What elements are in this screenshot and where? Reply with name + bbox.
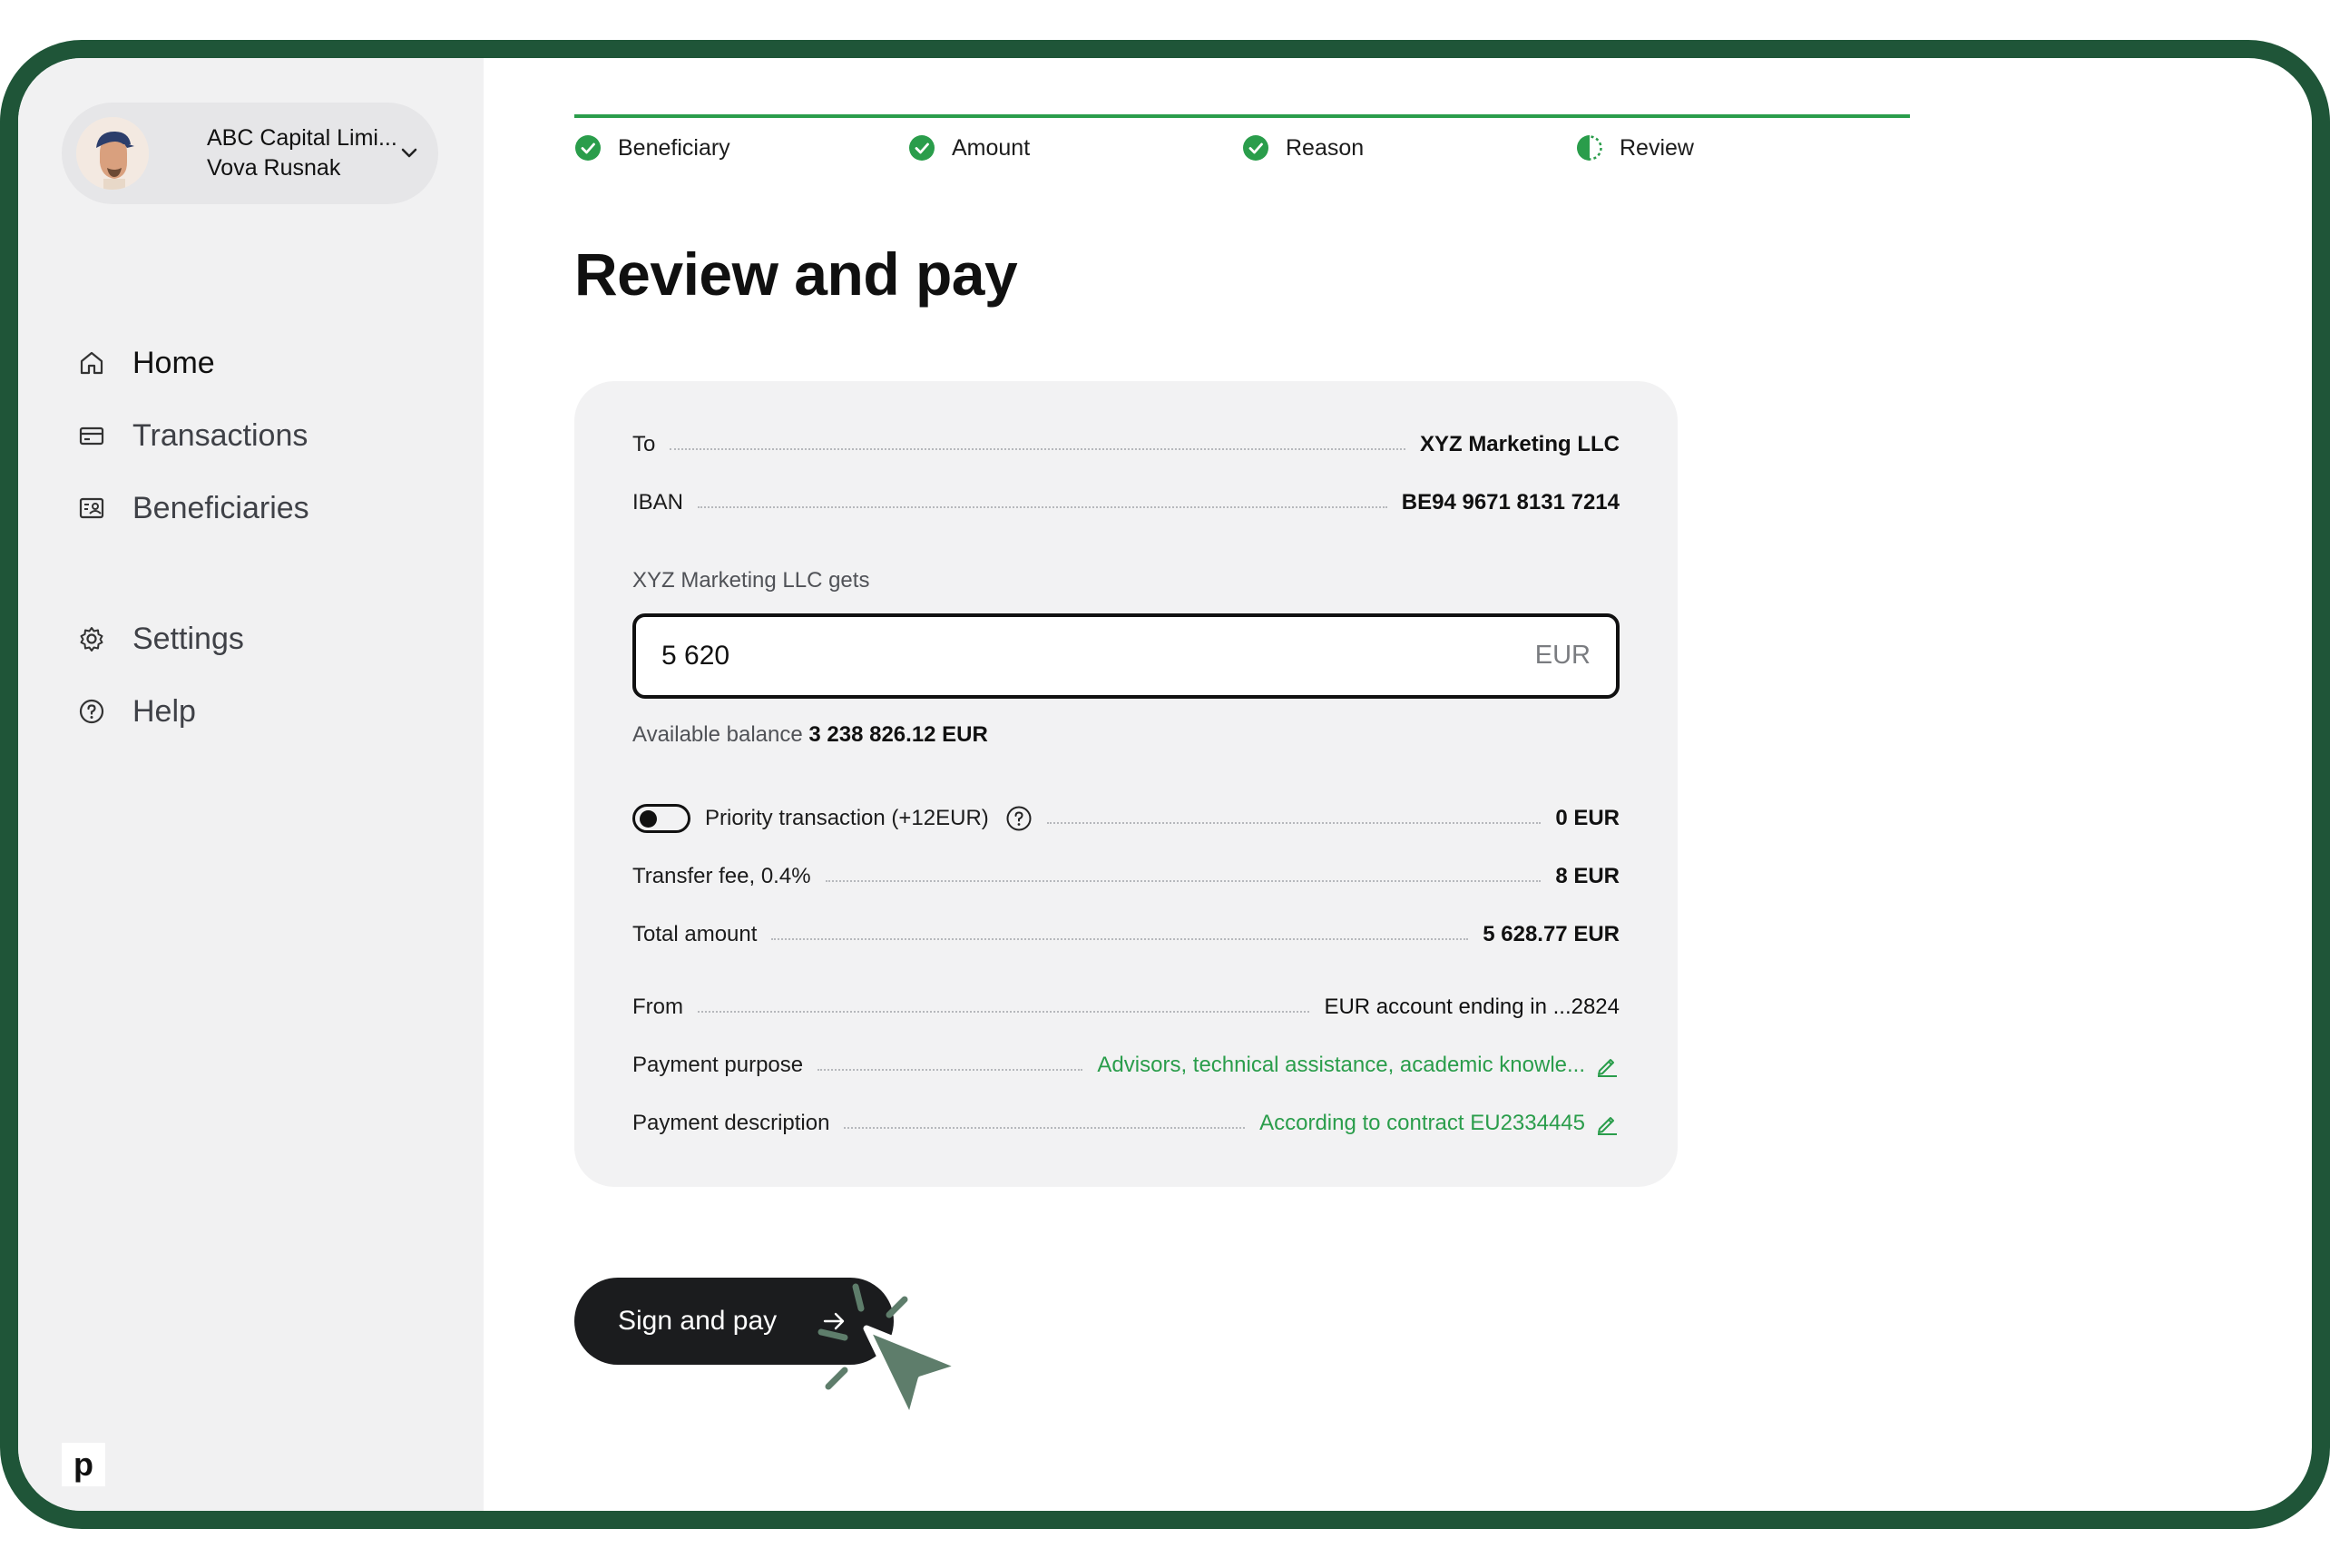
iban-value: BE94 9671 8131 7214 — [1401, 490, 1620, 514]
step-label: Amount — [952, 134, 1031, 161]
summary-row-priority: Priority transaction (+12EUR) 0 EUR — [632, 800, 1620, 837]
priority-label: Priority transaction (+12EUR) — [705, 806, 989, 830]
amount-currency: EUR — [1534, 641, 1591, 670]
dotted-leader — [817, 1069, 1083, 1071]
sidebar-item-settings[interactable]: Settings — [76, 613, 244, 664]
description-value: According to contract EU2334445 — [1259, 1111, 1585, 1135]
total-value: 5 628.77 EUR — [1483, 922, 1620, 946]
summary-row-total: Total amount 5 628.77 EUR — [632, 916, 1620, 953]
check-circle-icon — [1243, 135, 1268, 161]
account-switcher[interactable]: ABC Capital Limi... Vova Rusnak — [62, 103, 438, 204]
dotted-leader — [771, 938, 1469, 940]
sign-and-pay-label: Sign and pay — [618, 1306, 778, 1336]
purpose-label: Payment purpose — [632, 1053, 804, 1077]
balance-value: 3 238 826.12 EUR — [808, 722, 988, 747]
description-label: Payment description — [632, 1111, 830, 1135]
step-label: Beneficiary — [618, 134, 730, 161]
pencil-icon[interactable] — [1594, 1053, 1620, 1078]
sidebar-item-home[interactable]: Home — [76, 338, 215, 388]
stepper-progress-bar — [574, 114, 1910, 118]
to-value: XYZ Marketing LLC — [1419, 432, 1620, 456]
mouse-pointer-cursor-icon — [817, 1283, 964, 1423]
main-content: Beneficiary Amount Reason Review Review … — [484, 58, 2312, 1511]
sidebar-item-label: Transactions — [132, 417, 308, 453]
dotted-leader — [844, 1127, 1246, 1129]
dotted-leader — [1046, 822, 1542, 824]
summary-row-iban: IBAN BE94 9671 8131 7214 — [632, 485, 1620, 521]
avatar — [76, 117, 149, 190]
dotted-leader — [698, 1011, 1310, 1013]
help-circle-icon[interactable] — [1005, 805, 1033, 832]
sidebar-item-help[interactable]: Help — [76, 686, 196, 737]
from-value: EUR account ending in ...2824 — [1324, 995, 1620, 1019]
from-label: From — [632, 995, 683, 1019]
gear-icon — [76, 623, 107, 654]
account-user-name: Vova Rusnak — [207, 155, 341, 181]
step-reason[interactable]: Reason — [1242, 134, 1364, 162]
check-circle-icon — [909, 135, 935, 161]
sidebar-item-label: Settings — [132, 621, 244, 656]
summary-row-from: From EUR account ending in ...2824 — [632, 989, 1620, 1025]
balance-label: Available balance — [632, 722, 803, 747]
help-circle-icon — [76, 696, 107, 727]
step-amount[interactable]: Amount — [908, 134, 1030, 162]
sidebar-item-label: Beneficiaries — [132, 490, 309, 525]
purpose-value-link[interactable]: Advisors, technical assistance, academic… — [1097, 1053, 1620, 1078]
amount-input[interactable]: 5 620 EUR — [632, 613, 1620, 699]
sidebar-item-label: Help — [132, 693, 196, 729]
account-company-name: ABC Capital Limi... — [207, 125, 397, 151]
sidebar-item-beneficiaries[interactable]: Beneficiaries — [76, 483, 309, 534]
available-balance: Available balance 3 238 826.12 EUR — [632, 722, 988, 748]
priority-value: 0 EUR — [1555, 806, 1620, 830]
priority-toggle[interactable] — [632, 804, 690, 833]
fee-value: 8 EUR — [1555, 864, 1620, 888]
total-label: Total amount — [632, 922, 758, 946]
amount-field-label: XYZ Marketing LLC gets — [632, 568, 870, 593]
check-circle-icon — [575, 135, 601, 161]
toggle-knob — [640, 810, 657, 828]
summary-row-purpose: Payment purpose Advisors, technical assi… — [632, 1047, 1620, 1083]
app-window: ABC Capital Limi... Vova Rusnak Home Tra… — [0, 40, 2330, 1529]
step-beneficiary[interactable]: Beneficiary — [574, 134, 730, 162]
summary-row-fee: Transfer fee, 0.4% 8 EUR — [632, 858, 1620, 895]
dotted-leader — [698, 506, 1387, 508]
dotted-leader — [825, 880, 1542, 882]
pencil-icon[interactable] — [1594, 1111, 1620, 1136]
summary-row-to: To XYZ Marketing LLC — [632, 426, 1620, 463]
card-icon — [76, 420, 107, 451]
to-label: To — [632, 432, 656, 456]
step-label: Review — [1620, 134, 1694, 161]
description-value-link[interactable]: According to contract EU2334445 — [1259, 1111, 1620, 1136]
page-title: Review and pay — [574, 240, 1018, 308]
sidebar-item-transactions[interactable]: Transactions — [76, 410, 308, 461]
amount-value: 5 620 — [661, 641, 730, 671]
sidebar-item-label: Home — [132, 345, 215, 380]
half-circle-progress-icon — [1577, 135, 1602, 161]
payment-summary-card: To XYZ Marketing LLC IBAN BE94 9671 8131… — [574, 381, 1678, 1187]
summary-row-description: Payment description According to contrac… — [632, 1105, 1620, 1142]
sidebar: ABC Capital Limi... Vova Rusnak Home Tra… — [18, 58, 484, 1511]
iban-label: IBAN — [632, 490, 684, 514]
brand-logo: p — [62, 1443, 105, 1486]
contact-card-icon — [76, 493, 107, 524]
step-review: Review — [1576, 134, 1694, 162]
chevron-down-icon — [401, 148, 417, 158]
fee-label: Transfer fee, 0.4% — [632, 864, 811, 888]
dotted-leader — [670, 448, 1405, 450]
step-label: Reason — [1286, 134, 1365, 161]
home-icon — [76, 348, 107, 378]
purpose-value: Advisors, technical assistance, academic… — [1097, 1053, 1585, 1077]
